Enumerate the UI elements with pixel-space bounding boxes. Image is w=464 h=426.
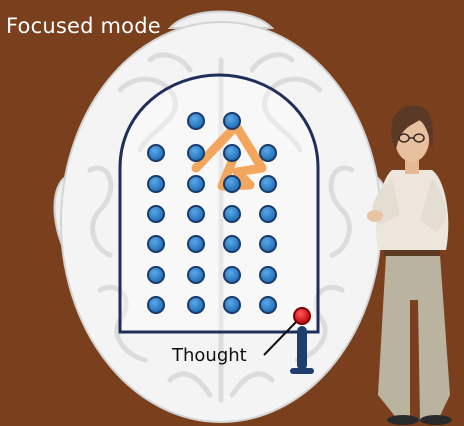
peg xyxy=(147,144,165,162)
peg xyxy=(147,266,165,284)
peg xyxy=(187,205,205,223)
plunger-base xyxy=(290,368,314,374)
peg xyxy=(187,235,205,253)
mode-caption: Focused mode xyxy=(6,14,161,38)
peg xyxy=(259,266,277,284)
peg xyxy=(223,296,241,314)
presenter-legs xyxy=(378,255,450,420)
peg xyxy=(223,112,241,130)
plunger-stem xyxy=(297,326,307,370)
peg xyxy=(259,205,277,223)
peg xyxy=(187,112,205,130)
peg xyxy=(259,296,277,314)
peg xyxy=(223,205,241,223)
peg xyxy=(223,144,241,162)
board-outline xyxy=(118,73,320,334)
peg xyxy=(259,144,277,162)
peg xyxy=(259,235,277,253)
peg xyxy=(147,235,165,253)
peg xyxy=(187,296,205,314)
peg xyxy=(147,296,165,314)
peg xyxy=(187,266,205,284)
peg xyxy=(223,235,241,253)
peg xyxy=(223,175,241,193)
peg xyxy=(147,175,165,193)
peg xyxy=(187,144,205,162)
thought-label: Thought xyxy=(172,345,247,366)
pinball xyxy=(293,307,311,325)
peg xyxy=(187,175,205,193)
pinball-board xyxy=(118,73,320,374)
peg xyxy=(259,175,277,193)
peg xyxy=(147,205,165,223)
peg xyxy=(223,266,241,284)
presenter xyxy=(367,105,452,425)
